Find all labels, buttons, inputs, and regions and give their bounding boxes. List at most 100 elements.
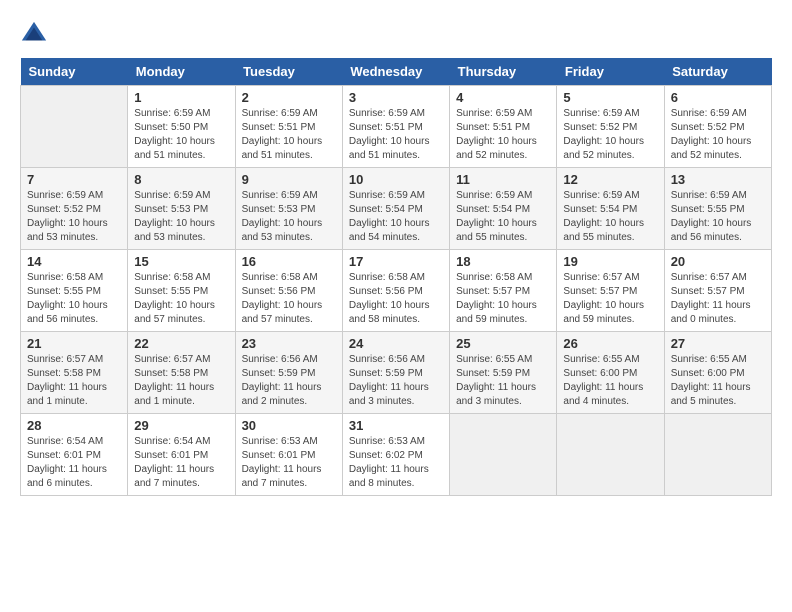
- day-info: Sunrise: 6:55 AMSunset: 5:59 PMDaylight:…: [456, 353, 550, 409]
- day-info: Sunrise: 6:59 AMSunset: 5:55 PMDaylight:…: [671, 189, 765, 245]
- day-info: Sunrise: 6:59 AMSunset: 5:51 PMDaylight:…: [349, 107, 443, 163]
- day-number: 6: [671, 90, 765, 105]
- calendar-table: SundayMondayTuesdayWednesdayThursdayFrid…: [20, 58, 772, 496]
- day-info: Sunrise: 6:58 AMSunset: 5:56 PMDaylight:…: [349, 271, 443, 327]
- day-info: Sunrise: 6:59 AMSunset: 5:53 PMDaylight:…: [242, 189, 336, 245]
- day-of-week-header: Friday: [557, 58, 664, 86]
- day-info: Sunrise: 6:59 AMSunset: 5:50 PMDaylight:…: [134, 107, 228, 163]
- calendar-day-cell: 31Sunrise: 6:53 AMSunset: 6:02 PMDayligh…: [342, 414, 449, 496]
- calendar-day-cell: 24Sunrise: 6:56 AMSunset: 5:59 PMDayligh…: [342, 332, 449, 414]
- day-number: 2: [242, 90, 336, 105]
- day-of-week-header: Saturday: [664, 58, 771, 86]
- day-info: Sunrise: 6:58 AMSunset: 5:55 PMDaylight:…: [134, 271, 228, 327]
- calendar-week-row: 14 Sunrise: 6:58 AMSunset: 5:55 PMDayligh…: [21, 250, 772, 332]
- day-of-week-header: Wednesday: [342, 58, 449, 86]
- calendar-day-cell: 19 Sunrise: 6:57 AMSunset: 5:57 PMDayligh…: [557, 250, 664, 332]
- calendar-day-cell: 4 Sunrise: 6:59 AMSunset: 5:51 PMDaylight…: [450, 86, 557, 168]
- day-number: 24: [349, 336, 443, 351]
- calendar-week-row: 21 Sunrise: 6:57 AMSunset: 5:58 PMDayligh…: [21, 332, 772, 414]
- calendar-day-cell: 3 Sunrise: 6:59 AMSunset: 5:51 PMDaylight…: [342, 86, 449, 168]
- calendar-day-cell: 25 Sunrise: 6:55 AMSunset: 5:59 PMDayligh…: [450, 332, 557, 414]
- calendar-day-cell: 21 Sunrise: 6:57 AMSunset: 5:58 PMDayligh…: [21, 332, 128, 414]
- day-number: 23: [242, 336, 336, 351]
- calendar-day-cell: 30 Sunrise: 6:53 AMSunset: 6:01 PMDayligh…: [235, 414, 342, 496]
- calendar-day-cell: 1Sunrise: 6:59 AMSunset: 5:50 PMDaylight…: [128, 86, 235, 168]
- day-info: Sunrise: 6:57 AMSunset: 5:57 PMDaylight:…: [563, 271, 657, 327]
- calendar-day-cell: 27 Sunrise: 6:55 AMSunset: 6:00 PMDayligh…: [664, 332, 771, 414]
- calendar-day-cell: 11Sunrise: 6:59 AMSunset: 5:54 PMDayligh…: [450, 168, 557, 250]
- calendar-day-cell: 28 Sunrise: 6:54 AMSunset: 6:01 PMDayligh…: [21, 414, 128, 496]
- calendar-header-row: SundayMondayTuesdayWednesdayThursdayFrid…: [21, 58, 772, 86]
- calendar-day-cell: 15 Sunrise: 6:58 AMSunset: 5:55 PMDayligh…: [128, 250, 235, 332]
- day-info: Sunrise: 6:59 AMSunset: 5:52 PMDaylight:…: [563, 107, 657, 163]
- day-info: Sunrise: 6:59 AMSunset: 5:51 PMDaylight:…: [242, 107, 336, 163]
- day-number: 9: [242, 172, 336, 187]
- calendar-day-cell: 5Sunrise: 6:59 AMSunset: 5:52 PMDaylight…: [557, 86, 664, 168]
- calendar-week-row: 1Sunrise: 6:59 AMSunset: 5:50 PMDaylight…: [21, 86, 772, 168]
- calendar-day-cell: 13 Sunrise: 6:59 AMSunset: 5:55 PMDayligh…: [664, 168, 771, 250]
- calendar-week-row: 7 Sunrise: 6:59 AMSunset: 5:52 PMDaylight…: [21, 168, 772, 250]
- day-number: 8: [134, 172, 228, 187]
- page-header: [20, 20, 772, 48]
- day-info: Sunrise: 6:58 AMSunset: 5:57 PMDaylight:…: [456, 271, 550, 327]
- day-info: Sunrise: 6:59 AMSunset: 5:54 PMDaylight:…: [563, 189, 657, 245]
- day-info: Sunrise: 6:54 AMSunset: 6:01 PMDaylight:…: [27, 435, 121, 491]
- day-info: Sunrise: 6:57 AMSunset: 5:58 PMDaylight:…: [134, 353, 228, 409]
- logo-icon: [20, 20, 48, 48]
- day-of-week-header: Sunday: [21, 58, 128, 86]
- day-number: 27: [671, 336, 765, 351]
- day-number: 11: [456, 172, 550, 187]
- calendar-day-cell: [557, 414, 664, 496]
- day-number: 21: [27, 336, 121, 351]
- day-info: Sunrise: 6:57 AMSunset: 5:58 PMDaylight:…: [27, 353, 121, 409]
- day-info: Sunrise: 6:53 AMSunset: 6:01 PMDaylight:…: [242, 435, 336, 491]
- day-info: Sunrise: 6:59 AMSunset: 5:54 PMDaylight:…: [349, 189, 443, 245]
- day-number: 30: [242, 418, 336, 433]
- day-info: Sunrise: 6:55 AMSunset: 6:00 PMDaylight:…: [563, 353, 657, 409]
- day-info: Sunrise: 6:58 AMSunset: 5:56 PMDaylight:…: [242, 271, 336, 327]
- calendar-day-cell: 12Sunrise: 6:59 AMSunset: 5:54 PMDayligh…: [557, 168, 664, 250]
- day-number: 22: [134, 336, 228, 351]
- calendar-day-cell: 10Sunrise: 6:59 AMSunset: 5:54 PMDayligh…: [342, 168, 449, 250]
- day-number: 7: [27, 172, 121, 187]
- calendar-day-cell: 26 Sunrise: 6:55 AMSunset: 6:00 PMDayligh…: [557, 332, 664, 414]
- day-number: 28: [27, 418, 121, 433]
- calendar-day-cell: [664, 414, 771, 496]
- calendar-day-cell: [21, 86, 128, 168]
- day-info: Sunrise: 6:56 AMSunset: 5:59 PMDaylight:…: [242, 353, 336, 409]
- calendar-day-cell: 29Sunrise: 6:54 AMSunset: 6:01 PMDayligh…: [128, 414, 235, 496]
- day-number: 18: [456, 254, 550, 269]
- calendar-day-cell: 17 Sunrise: 6:58 AMSunset: 5:56 PMDayligh…: [342, 250, 449, 332]
- day-info: Sunrise: 6:55 AMSunset: 6:00 PMDaylight:…: [671, 353, 765, 409]
- day-info: Sunrise: 6:58 AMSunset: 5:55 PMDaylight:…: [27, 271, 121, 327]
- calendar-day-cell: 9 Sunrise: 6:59 AMSunset: 5:53 PMDaylight…: [235, 168, 342, 250]
- calendar-day-cell: 7 Sunrise: 6:59 AMSunset: 5:52 PMDaylight…: [21, 168, 128, 250]
- day-number: 17: [349, 254, 443, 269]
- calendar-day-cell: 16 Sunrise: 6:58 AMSunset: 5:56 PMDayligh…: [235, 250, 342, 332]
- day-info: Sunrise: 6:54 AMSunset: 6:01 PMDaylight:…: [134, 435, 228, 491]
- day-info: Sunrise: 6:59 AMSunset: 5:52 PMDaylight:…: [27, 189, 121, 245]
- day-number: 25: [456, 336, 550, 351]
- calendar-day-cell: 6Sunrise: 6:59 AMSunset: 5:52 PMDaylight…: [664, 86, 771, 168]
- calendar-day-cell: 8 Sunrise: 6:59 AMSunset: 5:53 PMDaylight…: [128, 168, 235, 250]
- calendar-day-cell: 20Sunrise: 6:57 AMSunset: 5:57 PMDayligh…: [664, 250, 771, 332]
- day-number: 26: [563, 336, 657, 351]
- day-info: Sunrise: 6:59 AMSunset: 5:53 PMDaylight:…: [134, 189, 228, 245]
- day-number: 3: [349, 90, 443, 105]
- day-number: 20: [671, 254, 765, 269]
- day-number: 4: [456, 90, 550, 105]
- calendar-day-cell: [450, 414, 557, 496]
- day-of-week-header: Tuesday: [235, 58, 342, 86]
- day-number: 13: [671, 172, 765, 187]
- day-number: 16: [242, 254, 336, 269]
- calendar-day-cell: 23 Sunrise: 6:56 AMSunset: 5:59 PMDayligh…: [235, 332, 342, 414]
- calendar-week-row: 28 Sunrise: 6:54 AMSunset: 6:01 PMDayligh…: [21, 414, 772, 496]
- logo: [20, 20, 52, 48]
- day-of-week-header: Monday: [128, 58, 235, 86]
- day-info: Sunrise: 6:53 AMSunset: 6:02 PMDaylight:…: [349, 435, 443, 491]
- calendar-day-cell: 14 Sunrise: 6:58 AMSunset: 5:55 PMDayligh…: [21, 250, 128, 332]
- day-info: Sunrise: 6:59 AMSunset: 5:51 PMDaylight:…: [456, 107, 550, 163]
- day-number: 15: [134, 254, 228, 269]
- day-number: 14: [27, 254, 121, 269]
- day-number: 19: [563, 254, 657, 269]
